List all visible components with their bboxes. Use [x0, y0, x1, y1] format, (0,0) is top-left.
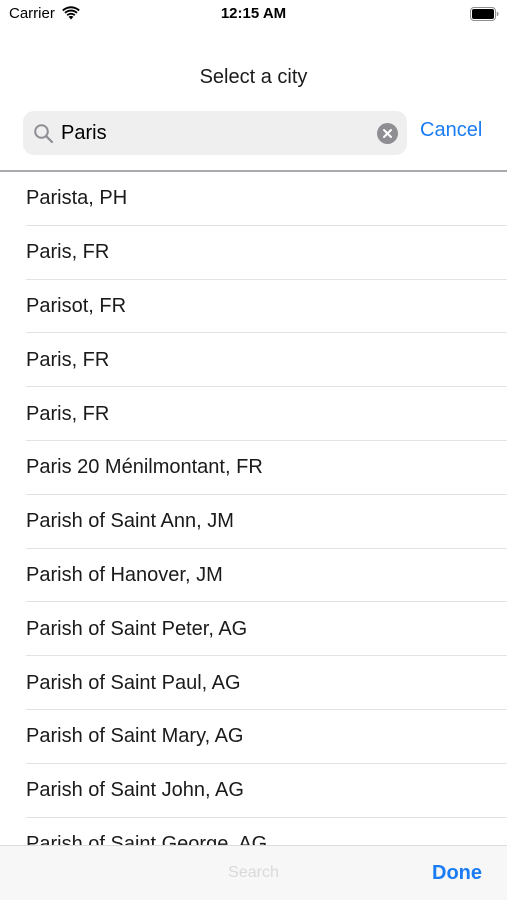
result-row[interactable]: Paris, FR: [0, 226, 507, 280]
result-row[interactable]: Parish of Saint Peter, AG: [0, 602, 507, 656]
clear-icon: [383, 129, 392, 138]
result-row[interactable]: Parish of Saint John, AG: [0, 764, 507, 818]
result-row[interactable]: Parista, PH: [0, 172, 507, 226]
battery-icon: [470, 7, 499, 21]
result-label: Parista, PH: [26, 187, 128, 210]
done-button[interactable]: Done: [432, 862, 482, 885]
result-label: Parisot, FR: [26, 294, 127, 317]
clear-search-button[interactable]: [377, 123, 398, 144]
result-row[interactable]: Paris 20 Ménilmontant, FR: [0, 441, 507, 495]
page-title: Select a city: [199, 66, 308, 88]
result-label: Paris, FR: [26, 402, 110, 425]
bottom-toolbar: Search Done: [0, 845, 507, 900]
result-label: Parish of Saint Peter, AG: [26, 617, 248, 640]
toolbar-search-label: Search: [228, 864, 279, 881]
result-label: Paris, FR: [26, 241, 110, 264]
result-row[interactable]: Parish of Saint George, AG: [0, 818, 507, 845]
result-label: Parish of Saint Paul, AG: [26, 671, 241, 694]
result-row[interactable]: Paris, FR: [0, 387, 507, 441]
search-field[interactable]: [23, 111, 407, 155]
result-row[interactable]: Parish of Hanover, JM: [0, 549, 507, 603]
status-time: 12:15 AM: [220, 5, 287, 22]
result-row[interactable]: Paris, FR: [0, 333, 507, 387]
search-input[interactable]: [61, 111, 361, 155]
result-label: Parish of Hanover, JM: [26, 563, 223, 586]
result-row[interactable]: Parish of Saint Mary, AG: [0, 710, 507, 764]
result-label: Parish of Saint John, AG: [26, 779, 244, 802]
city-picker-screen: Carrier 12:15 AM Select a city Cancel: [0, 0, 507, 900]
result-label: Paris 20 Ménilmontant, FR: [26, 456, 263, 479]
result-label: Parish of Saint Mary, AG: [26, 725, 244, 748]
result-row[interactable]: Parish of Saint Ann, JM: [0, 495, 507, 549]
cancel-button[interactable]: Cancel: [420, 119, 482, 142]
results-list[interactable]: Parista, PH Paris, FR Parisot, FR Paris,…: [0, 172, 507, 845]
search-icon: [34, 124, 54, 144]
status-bar: Carrier 12:15 AM: [0, 0, 507, 30]
result-label: Parish of Saint George, AG: [26, 832, 268, 845]
result-label: Paris, FR: [26, 348, 110, 371]
result-row[interactable]: Parisot, FR: [0, 280, 507, 334]
result-label: Parish of Saint Ann, JM: [26, 510, 234, 533]
result-row[interactable]: Parish of Saint Paul, AG: [0, 656, 507, 710]
